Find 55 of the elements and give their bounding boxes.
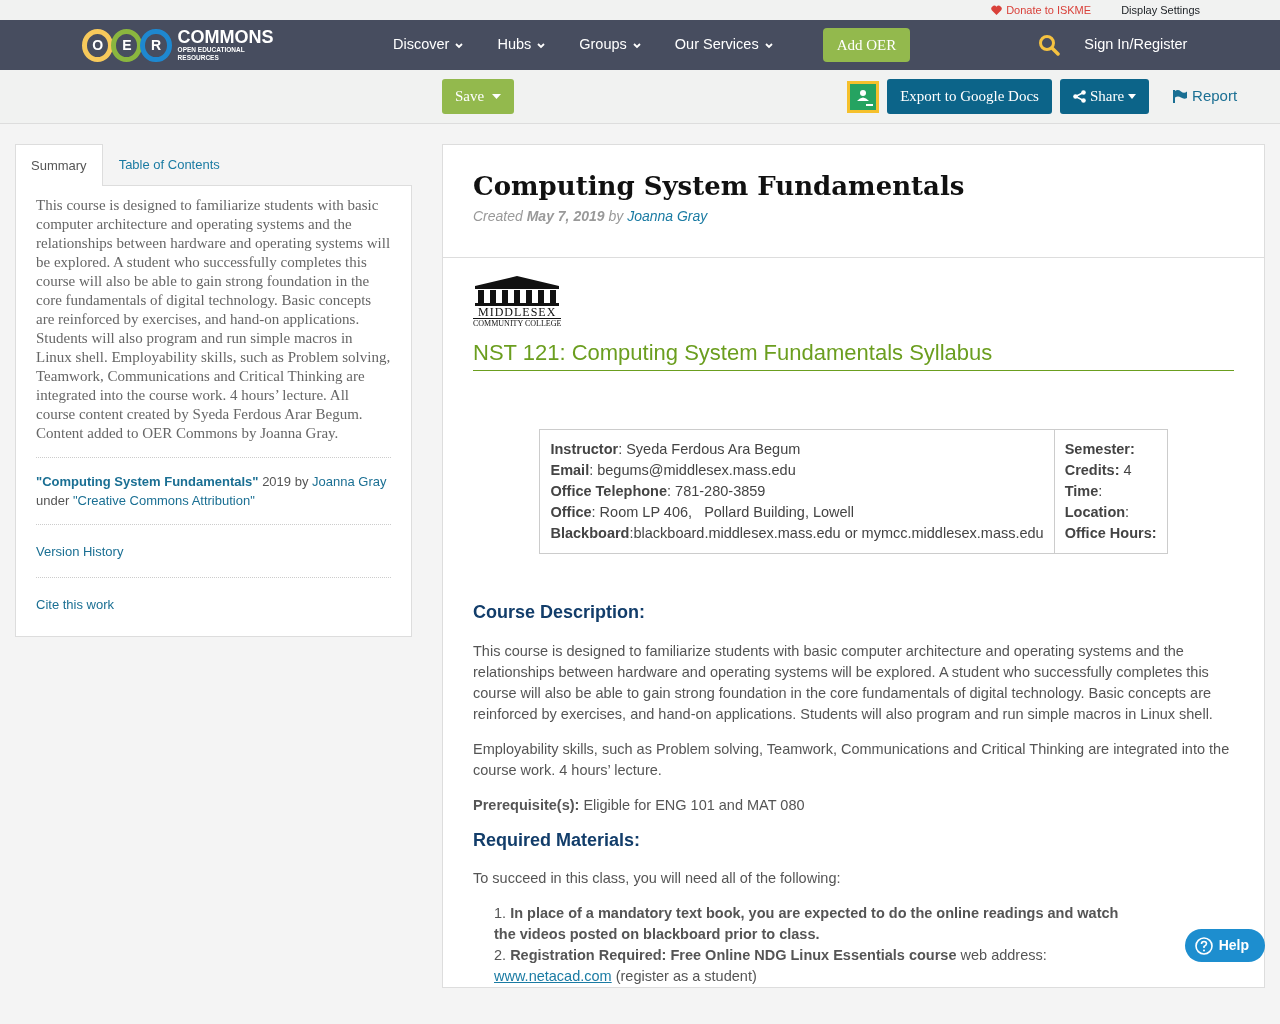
report-link[interactable]: Report [1173, 85, 1238, 108]
share-button[interactable]: Share [1059, 79, 1150, 114]
sidebar-tab[interactable]: Table of Contents [102, 144, 236, 185]
caret-icon [492, 94, 502, 99]
donate-link[interactable]: Donate to ISKME [991, 1, 1092, 19]
info-line: Office Hours: [1064, 524, 1157, 544]
author-link[interactable]: Joanna Gray [627, 208, 708, 225]
summary-text: This course is designed to familiarize students with basic computer architecture and operating systems and the relationships between hardware and operating systems will be explored. A student who successfully completes this course will also be able to gain strong foundation in the core fundamentals of digital technology. Basic concepts are reinforced by exercises, and hand-on applications. Students will also program and run simple macros in Linux shell. Employability skills, such as Problem solving, Teamwork, Communications and Critical Thinking are integrated into the course work. 4 hours’ lecture. All course content created by Syeda Ferdous Arar Begum. Content added to OER Commons by Joanna Gray. [36, 195, 391, 443]
caret-icon [632, 41, 641, 49]
info-line: Instructor: Syeda Ferdous Ara Begum [550, 440, 802, 460]
info-line: Office: Room LP 406, Pollard Building, Lowell [550, 503, 856, 523]
resource-title-link[interactable]: "Computing System Fundamentals" [36, 473, 259, 489]
info-line: Credits: 4 [1064, 461, 1133, 481]
created-text: Created May 7, 2019 by Joanna Gray [473, 207, 709, 227]
export-button[interactable]: Export to Google Docs [887, 79, 1052, 114]
paragraph-text: Employability skills, such as Problem solving, Teamwork, Communications and Critical Thinking are integrated into the course work. 4 hours’ lecture. [473, 739, 1231, 780]
info-line: Time: [1064, 482, 1104, 502]
display-settings-link[interactable]: Display Settings [1121, 1, 1200, 19]
heart-icon [991, 5, 1003, 15]
web-link[interactable]: www.netacad.com [494, 968, 612, 985]
paragraph-text: This course is designed to familiarize students with basic computer architecture and operating systems and the relationships between hardware and operating systems will be explored. A student who successfully completes this course will also be able to gain strong foundation in the core fundamentals of digital technology. Basic concepts are reinforced by exercises, and hand-on applications. Students will also program and run simple macros in Linux shell. [473, 641, 1214, 724]
paragraph-text: Prerequisite(s): Eligible for ENG 101 and MAT 080 [473, 795, 806, 815]
nav-menu-item[interactable]: Hubs [497, 34, 546, 56]
sidebar-link[interactable]: Version History [36, 541, 124, 561]
resource-title: Computing System Fundamentals [473, 171, 966, 203]
info-line: Location: [1064, 503, 1131, 523]
caret-icon [764, 41, 773, 49]
search-icon[interactable] [1038, 34, 1061, 56]
caret-icon [1128, 94, 1137, 99]
license-link[interactable]: "Creative Commons Attribution" [72, 492, 255, 508]
college-logo: MIDDLESEX COMMUNITY COLLEGE [473, 276, 562, 329]
help-icon [1194, 936, 1213, 955]
info-line: Blackboard:blackboard.middlesex.mass.edu or mymcc.middlesex.mass.edu [550, 524, 1044, 544]
nav-menu-item[interactable]: Groups [579, 34, 641, 56]
caret-icon [537, 41, 546, 49]
sidebar-link[interactable]: Cite this work [36, 594, 115, 614]
syllabus-title-link[interactable]: NST 121: Computing System Fundamentals Syllabus [473, 336, 1234, 372]
list-item-text: 1. In place of a mandatory text book, you are expected to do the online readings and watch the videos posted on blackboard prior to class. [494, 904, 1120, 945]
info-line: Office Telephone: 781-280-3859 [550, 482, 767, 502]
sign-in-link[interactable]: Sign In/Register [1084, 34, 1188, 56]
classroom-icon[interactable] [847, 80, 880, 113]
paragraph-text: To succeed in this class, you will need all of the following: [473, 869, 842, 889]
section-heading: Required Materials: [473, 829, 642, 852]
flag-icon [1173, 90, 1189, 103]
share-icon [1072, 90, 1086, 103]
attribution-text: "Computing System Fundamentals" 2019 by Joanna Gray under "Creative Commons Attribution" [36, 472, 388, 510]
nav-menu-item[interactable]: Our Services [674, 34, 773, 56]
sidebar-tab[interactable]: Summary [15, 144, 103, 186]
info-line: Email: begums@middlesex.mass.edu [550, 461, 797, 481]
section-heading: Course Description: [473, 602, 647, 624]
nav-menu-item[interactable]: Discover [393, 34, 464, 56]
caret-icon [455, 41, 464, 49]
author-link[interactable]: Joanna Gray [312, 473, 387, 489]
info-line: Semester: [1064, 440, 1136, 460]
list-item-text: 2. Registration Required: Free Online NDG Linux Essentials course web address: www.netacad.com (register as a student) [494, 946, 1048, 987]
